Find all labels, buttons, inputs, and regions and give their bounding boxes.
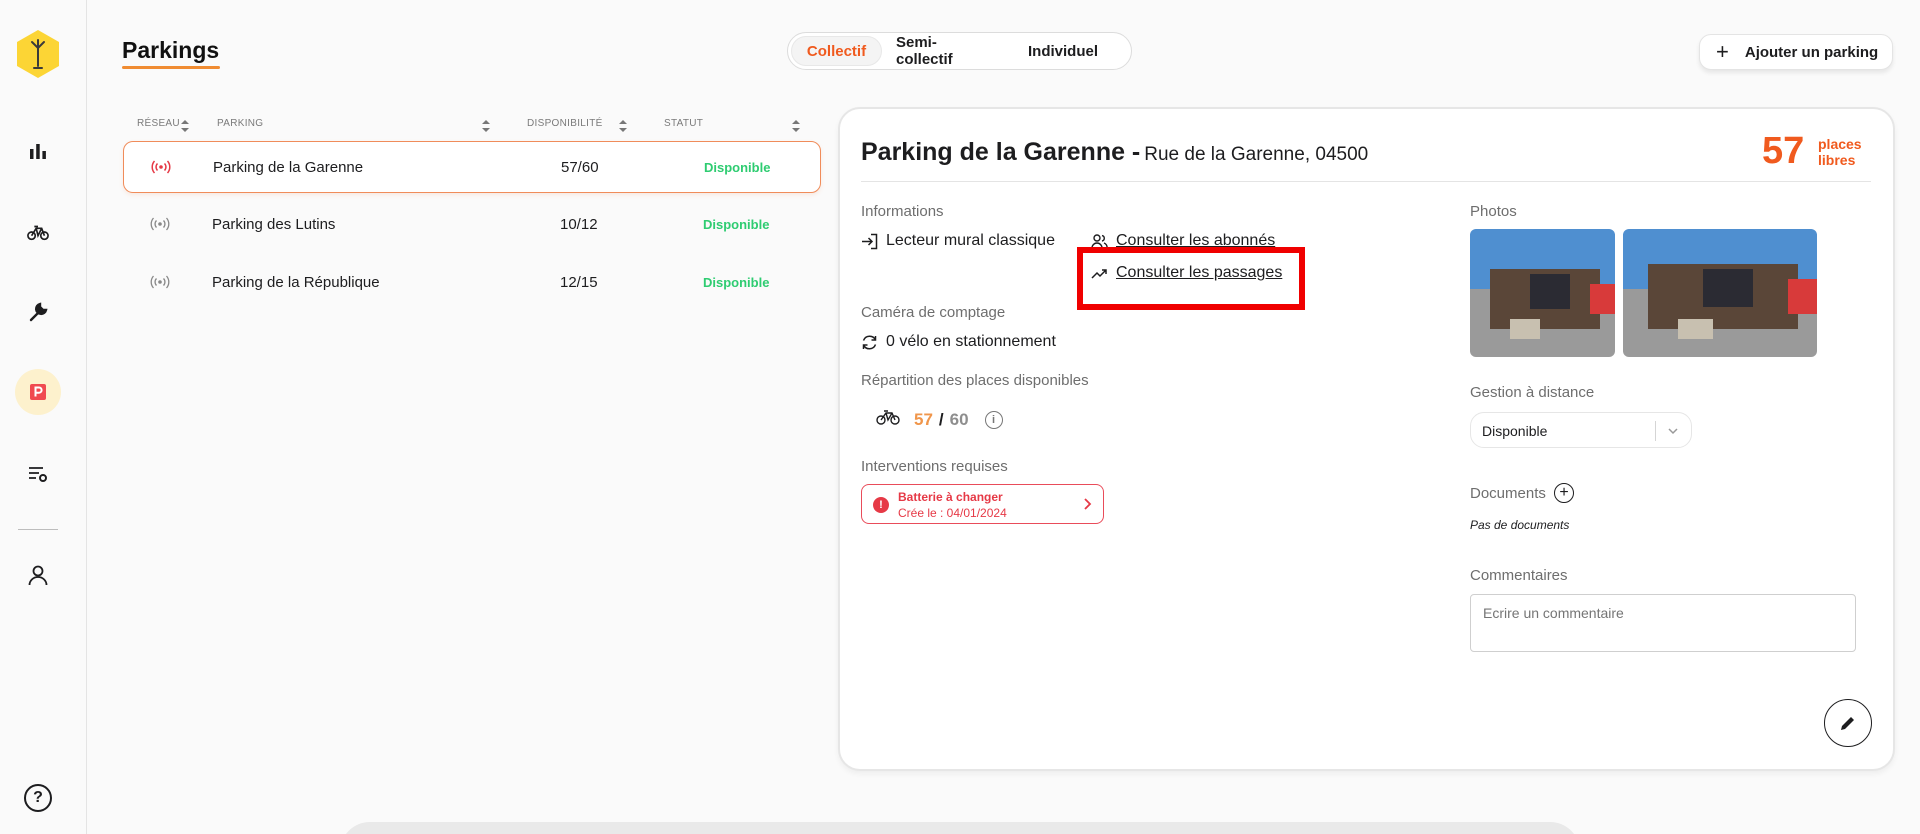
col-reseau: RÉSEAU <box>137 118 180 129</box>
add-parking-label: Ajouter un parking <box>1744 43 1879 61</box>
parking-address: Rue de la Garenne, 04500 <box>1144 144 1369 165</box>
informations-label: Informations <box>861 203 944 220</box>
user-icon[interactable] <box>18 555 58 595</box>
wrench-icon[interactable] <box>18 292 58 332</box>
free-places: 57 <box>914 409 933 429</box>
parking-availability: 12/15 <box>560 273 598 291</box>
table-row[interactable]: Parking de la Garenne 57/60 Disponible <box>123 141 821 193</box>
remote-status-value: Disponible <box>1482 423 1548 439</box>
no-documents-text: Pas de documents <box>1470 518 1570 532</box>
photos-label: Photos <box>1470 203 1517 220</box>
list-settings-icon[interactable] <box>18 454 58 494</box>
refresh-icon <box>862 334 877 350</box>
parking-availability: 10/12 <box>560 215 598 233</box>
pencil-icon <box>1841 717 1854 730</box>
title-underline <box>122 66 220 69</box>
alert-icon: ! <box>873 497 889 513</box>
network-signal-icon <box>150 275 170 289</box>
sort-icon[interactable] <box>180 118 190 134</box>
col-statut: STATUT <box>664 118 704 129</box>
free-places-label: places libres <box>1818 136 1862 168</box>
parking-icon[interactable] <box>15 369 61 415</box>
remote-status-select[interactable]: Disponible <box>1470 412 1692 448</box>
plus-icon: + <box>1716 39 1729 64</box>
select-separator <box>1655 421 1656 441</box>
parking-type-switch: Collectif Semi-collectif Individuel <box>787 32 1132 70</box>
camera-label: Caméra de comptage <box>861 304 1006 321</box>
page-title: Parkings <box>122 37 220 63</box>
status-badge: Disponible <box>703 216 770 232</box>
col-disponibilite: DISPONIBILITÉ <box>527 118 603 129</box>
parking-detail-card <box>838 107 1895 771</box>
camera-value-label: 0 vélo en stationnement <box>886 333 1056 350</box>
network-signal-icon <box>151 160 171 174</box>
sidebar: ? <box>0 0 87 834</box>
free-places-label-2: libres <box>1818 152 1856 168</box>
bike-icon <box>876 408 900 431</box>
parking-name: Parking des Lutins <box>212 215 336 233</box>
intervention-title: Batterie à changer <box>898 490 1003 504</box>
help-icon[interactable]: ? <box>24 784 52 812</box>
camera-value: 0 vélo en stationnement <box>861 333 1056 351</box>
places-repartition: 57 / 60 i <box>876 408 1003 431</box>
highlight-box <box>1077 247 1305 310</box>
add-parking-button[interactable]: + Ajouter un parking <box>1699 34 1893 70</box>
comments-label: Commentaires <box>1470 567 1568 584</box>
chevron-down-icon <box>1668 428 1678 435</box>
parking-name: Parking de la République <box>212 273 380 291</box>
status-badge: Disponible <box>704 159 771 175</box>
bike-icon[interactable] <box>18 212 58 252</box>
parking-photo[interactable] <box>1623 229 1817 357</box>
tab-collectif[interactable]: Collectif <box>791 36 882 66</box>
reader-type: Lecteur mural classique <box>861 232 1055 250</box>
intervention-date: Crée le : 04/01/2024 <box>898 506 1007 520</box>
chevron-right-icon <box>1084 498 1092 510</box>
tab-semi-collectif[interactable]: Semi-collectif <box>882 34 1004 68</box>
parking-photo[interactable] <box>1470 229 1615 357</box>
places-separator: / <box>938 409 944 429</box>
remote-label: Gestion à distance <box>1470 384 1595 401</box>
card-divider <box>861 181 1871 182</box>
free-places-label-1: places <box>1818 136 1862 152</box>
sidebar-divider <box>18 529 58 530</box>
repartition-label: Répartition des places disponibles <box>861 372 1089 389</box>
info-icon[interactable]: i <box>984 410 1003 429</box>
stats-icon[interactable] <box>18 131 58 171</box>
sort-icon[interactable] <box>618 118 628 134</box>
parking-name: Parking de la Garenne <box>213 158 364 176</box>
intervention-card[interactable]: ! Batterie à changer Crée le : 04/01/202… <box>861 484 1104 524</box>
free-places-count: 57 <box>1762 130 1805 172</box>
status-badge: Disponible <box>703 274 770 290</box>
bottom-panel <box>340 822 1580 834</box>
sort-icon[interactable] <box>791 118 801 134</box>
parking-title: Parking de la Garenne - Rue de la Garenne… <box>861 138 1368 167</box>
table-row[interactable]: Parking de la République 12/15 Disponibl… <box>123 256 821 308</box>
total-places: 60 <box>949 409 969 429</box>
reader-type-label: Lecteur mural classique <box>886 232 1055 249</box>
network-signal-icon <box>150 217 170 231</box>
login-icon <box>862 233 878 249</box>
parking-title-name: Parking de la Garenne - <box>861 138 1141 166</box>
col-parking: PARKING <box>217 118 264 129</box>
sort-icon[interactable] <box>481 118 491 134</box>
comment-input[interactable] <box>1470 594 1856 652</box>
interventions-label: Interventions requises <box>861 458 1008 475</box>
parking-availability: 57/60 <box>561 158 599 176</box>
add-document-button[interactable]: + <box>1554 483 1574 503</box>
documents-label: Documents <box>1470 485 1546 502</box>
tab-individuel[interactable]: Individuel <box>1004 36 1122 66</box>
table-row[interactable]: Parking des Lutins 10/12 Disponible <box>123 198 821 250</box>
edit-button[interactable] <box>1824 699 1872 747</box>
logo-icon[interactable] <box>14 28 62 80</box>
